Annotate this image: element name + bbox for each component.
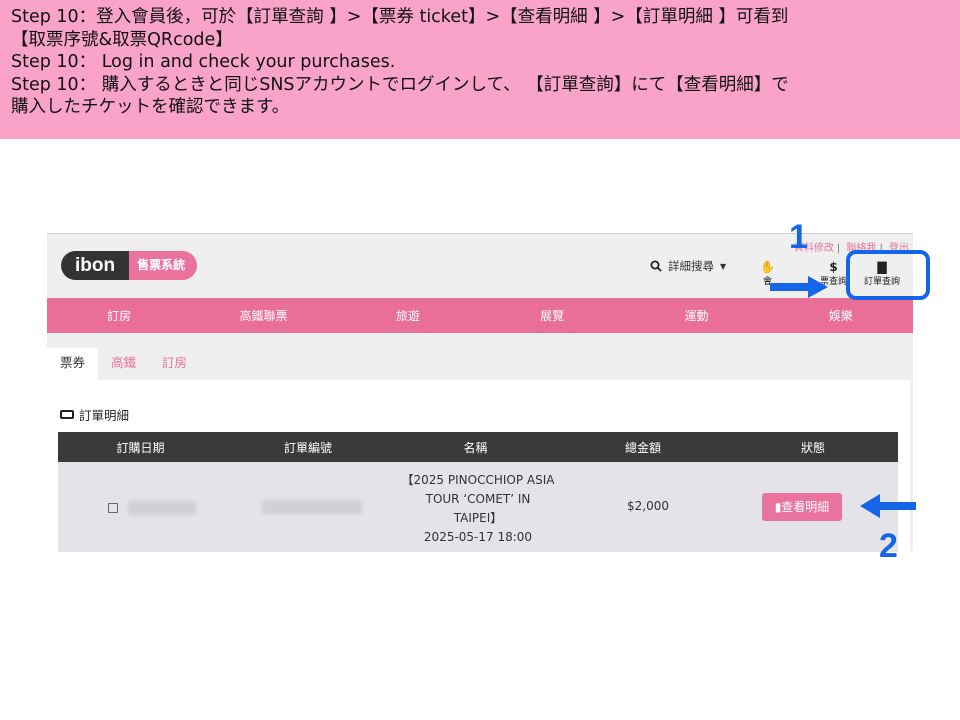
handshake-icon: ✋ <box>760 260 775 274</box>
event-name-line-1: 【2025 PINOCCHIOP ASIA <box>401 473 555 487</box>
arrow-right-icon <box>770 276 828 298</box>
order-tabs: 票券 高鐵 訂房 <box>47 348 200 380</box>
link-separator: | <box>836 243 841 254</box>
nav-item-hotel[interactable]: 訂房 <box>47 307 191 324</box>
main-nav: 訂房 高鐵聯票 旅遊 展覽 運動 娛樂 <box>47 298 913 333</box>
tab-hsr[interactable]: 高鐵 <box>98 348 149 380</box>
column-status: 狀態 <box>800 440 825 455</box>
view-details-label: 查看明細 <box>781 500 830 514</box>
table-header: 訂購日期 訂單編號 名稱 總金額 狀態 <box>58 432 898 462</box>
order-content: 訂單明細 訂購日期 訂單編號 名稱 總金額 狀態 【2025 PINOCCHIO… <box>47 380 910 552</box>
column-name: 名稱 <box>463 440 488 455</box>
tab-tickets[interactable]: 票券 <box>47 348 99 380</box>
table-row: 【2025 PINOCCHIOP ASIA TOUR ‘COMET’ IN TA… <box>58 462 898 552</box>
view-details-button[interactable]: ▮查看明細 <box>762 493 842 521</box>
chevron-down-icon: ▼ <box>720 261 727 271</box>
nav-item-exhibition[interactable]: 展覽 <box>480 307 624 324</box>
ibon-logo[interactable]: ibon 售票系統 <box>61 251 198 280</box>
banner-line-2: 【取票序號&取票QRcode】 <box>11 29 233 50</box>
event-name-line-3: TAIPEI】 <box>453 511 503 525</box>
calendar-icon <box>108 502 118 513</box>
banner-line-1: Step 10：登入會員後，可於【訂單查詢 】>【票券 ticket】>【查看明… <box>11 7 789 27</box>
blurred-order-number <box>262 500 362 514</box>
nav-item-sports[interactable]: 運動 <box>624 307 768 324</box>
ticket-query-icon: $ <box>829 260 838 274</box>
column-total: 總金額 <box>624 440 661 455</box>
search-icon <box>650 260 662 272</box>
blurred-date <box>127 500 196 515</box>
event-name-cell: 【2025 PINOCCHIOP ASIA TOUR ‘COMET’ IN TA… <box>393 471 563 547</box>
order-number-cell <box>262 500 362 517</box>
event-name-line-2: TOUR ‘COMET’ IN <box>425 492 531 506</box>
instruction-banner: Step 10：登入會員後，可於【訂單查詢 】>【票券 ticket】>【查看明… <box>0 0 960 139</box>
nav-item-entertainment[interactable]: 娛樂 <box>769 307 913 324</box>
event-datetime: 2025-05-17 18:00 <box>423 530 533 544</box>
step-number-1: 1 <box>789 218 808 256</box>
order-date-cell <box>108 500 196 515</box>
total-amount: $2,000 <box>627 499 669 513</box>
tab-hotel[interactable]: 訂房 <box>149 348 200 380</box>
nav-item-hsr-package[interactable]: 高鐵聯票 <box>191 307 335 324</box>
highlight-box <box>846 250 930 300</box>
logo-system-text: 售票系統 <box>129 251 198 280</box>
ticket-icon <box>60 410 74 419</box>
advanced-search[interactable]: 詳細搜尋 ▼ <box>650 258 726 274</box>
advanced-search-label: 詳細搜尋 <box>668 259 714 273</box>
nav-item-travel[interactable]: 旅遊 <box>336 307 480 324</box>
column-order-number: 訂單編號 <box>283 440 332 455</box>
banner-line-4: Step 10： 購入するときと同じSNSアカウントでログインして、 【訂單查詢… <box>11 74 789 95</box>
arrow-left-icon <box>860 494 916 518</box>
banner-line-3: Step 10： Log in and check your purchases… <box>11 52 396 72</box>
step-number-2: 2 <box>879 527 898 565</box>
section-title-text: 訂單明細 <box>79 408 130 423</box>
banner-line-5: 購入したチケットを確認できます。 <box>11 97 290 117</box>
logo-ibon-text: ibon <box>61 251 130 280</box>
column-order-date: 訂購日期 <box>116 440 165 455</box>
section-title: 訂單明細 <box>60 405 129 424</box>
